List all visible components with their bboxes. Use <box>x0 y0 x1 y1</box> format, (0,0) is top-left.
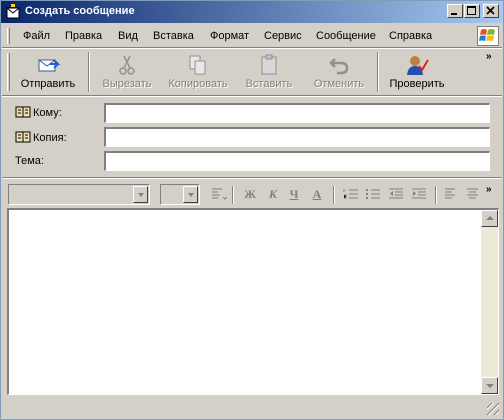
close-button[interactable] <box>483 4 499 18</box>
format-divider <box>333 186 335 204</box>
to-label: Кому: <box>33 107 62 119</box>
close-icon <box>486 6 495 15</box>
align-center-button[interactable] <box>464 186 482 202</box>
vertical-scrollbar[interactable] <box>481 210 498 394</box>
toolbar-grip[interactable] <box>7 53 10 91</box>
paragraph-style-icon <box>212 188 228 200</box>
maximize-icon <box>467 6 476 15</box>
decrease-indent-button[interactable] <box>387 186 405 202</box>
bold-button[interactable]: Ж <box>241 186 259 202</box>
toolbar-overflow-icon[interactable]: » <box>486 51 492 62</box>
minimize-icon <box>451 13 457 15</box>
message-body[interactable] <box>7 208 499 395</box>
minimize-button[interactable] <box>447 4 463 18</box>
font-color-button[interactable]: А <box>308 186 326 202</box>
menu-view[interactable]: Вид <box>118 30 138 42</box>
menu-message[interactable]: Сообщение <box>316 30 376 42</box>
menu-file[interactable]: Файл <box>23 30 50 42</box>
format-bar: Ж К Ч А » <box>2 180 502 208</box>
format-divider <box>435 186 437 204</box>
address-book-icon <box>15 131 31 143</box>
font-name-select[interactable] <box>8 184 150 205</box>
cc-label-group[interactable]: Копия: <box>15 131 67 144</box>
scroll-down-button[interactable] <box>481 377 498 394</box>
status-bar <box>2 398 502 418</box>
scissors-icon <box>119 55 135 75</box>
increase-indent-icon <box>412 188 426 199</box>
title-bar[interactable]: Создать сообщение <box>1 1 503 23</box>
font-size-select[interactable] <box>160 184 200 205</box>
check-names-label: Проверить <box>389 78 445 90</box>
copy-icon <box>189 55 206 75</box>
divider <box>2 177 502 179</box>
to-label-group[interactable]: Кому: <box>15 106 62 119</box>
undo-icon <box>329 58 349 75</box>
divider <box>2 95 502 97</box>
format-divider <box>232 186 234 204</box>
toolbar-divider <box>377 52 379 92</box>
align-left-button[interactable] <box>442 186 460 202</box>
copy-button[interactable]: Копировать <box>164 51 232 93</box>
chevron-down-icon[interactable] <box>183 186 198 203</box>
maximize-button[interactable] <box>464 4 480 18</box>
check-names-button[interactable]: Проверить <box>384 51 450 93</box>
paste-button[interactable]: Вставить <box>240 51 298 93</box>
send-icon <box>38 59 60 72</box>
new-mail-icon <box>6 4 20 19</box>
cc-label: Копия: <box>33 132 67 144</box>
copy-label: Копировать <box>168 78 228 90</box>
menu-insert[interactable]: Вставка <box>153 30 194 42</box>
resize-grip-icon[interactable] <box>487 403 499 415</box>
paragraph-style-button[interactable] <box>209 186 228 202</box>
subject-label: Тема: <box>15 155 44 167</box>
menu-bar: Файл Правка Вид Вставка Формат Сервис Со… <box>2 25 502 47</box>
align-left-icon <box>445 188 455 199</box>
cc-field[interactable] <box>104 127 490 147</box>
menu-help[interactable]: Справка <box>389 30 432 42</box>
menu-edit[interactable]: Правка <box>65 30 102 42</box>
increase-indent-button[interactable] <box>410 186 428 202</box>
address-book-icon <box>15 106 31 118</box>
chevron-down-icon[interactable] <box>133 186 148 203</box>
to-field[interactable] <box>104 103 490 123</box>
underline-button[interactable]: Ч <box>285 186 303 202</box>
scroll-up-button[interactable] <box>481 210 498 227</box>
italic-button[interactable]: К <box>264 186 282 202</box>
undo-button[interactable]: Отменить <box>307 51 371 93</box>
send-button[interactable]: Отправить <box>14 51 82 93</box>
toolbar-divider <box>88 52 90 92</box>
compose-window: Создать сообщение Файл Правка Вид Вставк… <box>0 0 504 420</box>
check-names-icon <box>407 56 429 75</box>
bullet-list-button[interactable] <box>364 186 382 202</box>
bullet-list-icon <box>366 189 380 199</box>
menu-grip[interactable] <box>7 28 10 44</box>
format-overflow-icon[interactable]: » <box>486 184 492 195</box>
numbered-list-icon <box>343 189 358 199</box>
cut-button[interactable]: Вырезать <box>98 51 156 93</box>
numbered-list-button[interactable] <box>342 186 360 202</box>
subject-field[interactable] <box>104 151 490 171</box>
undo-label: Отменить <box>313 78 365 90</box>
align-center-icon <box>467 188 478 199</box>
menu-format[interactable]: Формат <box>210 30 249 42</box>
toolbar: Отправить Вырезать Копировать Вставить О… <box>2 49 502 95</box>
clipboard-icon <box>261 54 277 75</box>
windows-logo-icon <box>477 26 499 46</box>
decrease-indent-icon <box>389 188 403 199</box>
cut-label: Вырезать <box>102 78 152 90</box>
window-title: Создать сообщение <box>25 5 135 17</box>
send-label: Отправить <box>20 78 76 90</box>
menu-tools[interactable]: Сервис <box>264 30 302 42</box>
paste-label: Вставить <box>245 78 293 90</box>
